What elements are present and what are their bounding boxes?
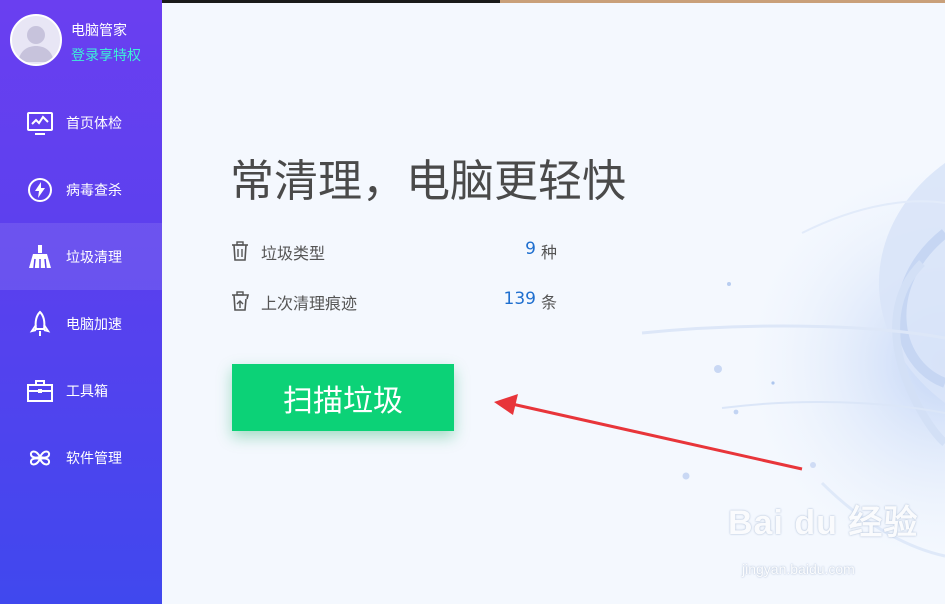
sidebar-item-label: 病毒查杀	[66, 182, 122, 199]
sidebar-item-label: 垃圾清理	[66, 249, 122, 266]
sidebar: 电脑管家 登录享特权 首页体检 病毒查杀 垃圾清理 电脑加速 工具箱 软件管理	[0, 0, 162, 604]
sidebar-item-label: 首页体检	[66, 115, 122, 132]
app-name: 电脑管家	[71, 23, 127, 39]
top-strip-accent	[500, 0, 945, 3]
sidebar-item-virus-scan[interactable]: 病毒查杀	[0, 156, 162, 223]
user-silhouette-icon	[18, 26, 54, 62]
rocket-icon	[29, 310, 51, 336]
scan-junk-button[interactable]: 扫描垃圾	[232, 364, 454, 431]
sidebar-nav: 首页体检 病毒查杀 垃圾清理 电脑加速 工具箱 软件管理	[0, 89, 162, 491]
profile-area: 电脑管家 登录享特权	[10, 14, 160, 74]
stat-last-cleanup: 上次清理痕迹 139 条	[230, 288, 570, 314]
sidebar-item-label: 电脑加速	[66, 316, 122, 333]
sidebar-item-label: 软件管理	[66, 450, 122, 467]
sidebar-item-home-checkup[interactable]: 首页体检	[0, 89, 162, 156]
stat-label: 上次清理痕迹	[261, 294, 358, 313]
sidebar-item-toolbox[interactable]: 工具箱	[0, 357, 162, 424]
stat-junk-types: 垃圾类型 9 种	[230, 238, 570, 264]
window-top-strip	[162, 0, 945, 3]
main-panel: 常清理，电脑更轻快 垃圾类型 9 种 上次清理痕迹 139 条 扫描垃圾 Bai…	[162, 3, 945, 604]
sidebar-item-junk-cleanup[interactable]: 垃圾清理	[0, 223, 162, 290]
sidebar-item-label: 工具箱	[66, 383, 108, 400]
stat-label: 垃圾类型	[261, 244, 326, 263]
stat-value: 9	[525, 239, 536, 259]
trash-can-icon	[232, 241, 248, 261]
software-icon	[29, 450, 51, 465]
page-headline: 常清理，电脑更轻快	[230, 156, 626, 207]
avatar[interactable]	[10, 14, 62, 66]
monitor-icon	[27, 111, 53, 135]
watermark-brand: Bai du 经验	[728, 504, 919, 542]
lightning-shield-icon	[28, 177, 52, 202]
sidebar-item-speedup[interactable]: 电脑加速	[0, 290, 162, 357]
baidu-watermark: Bai du 经验 jingyan.baidu.com	[728, 495, 945, 585]
sidebar-item-software-manager[interactable]: 软件管理	[0, 424, 162, 491]
toolbox-icon	[27, 379, 53, 402]
stat-unit: 条	[541, 293, 558, 312]
watermark-url: jingyan.baidu.com	[742, 561, 855, 577]
trash-history-icon	[232, 291, 250, 311]
stat-unit: 种	[541, 243, 558, 262]
login-link[interactable]: 登录享特权	[71, 45, 141, 65]
stat-value: 139	[503, 289, 536, 309]
broom-icon	[29, 244, 51, 268]
